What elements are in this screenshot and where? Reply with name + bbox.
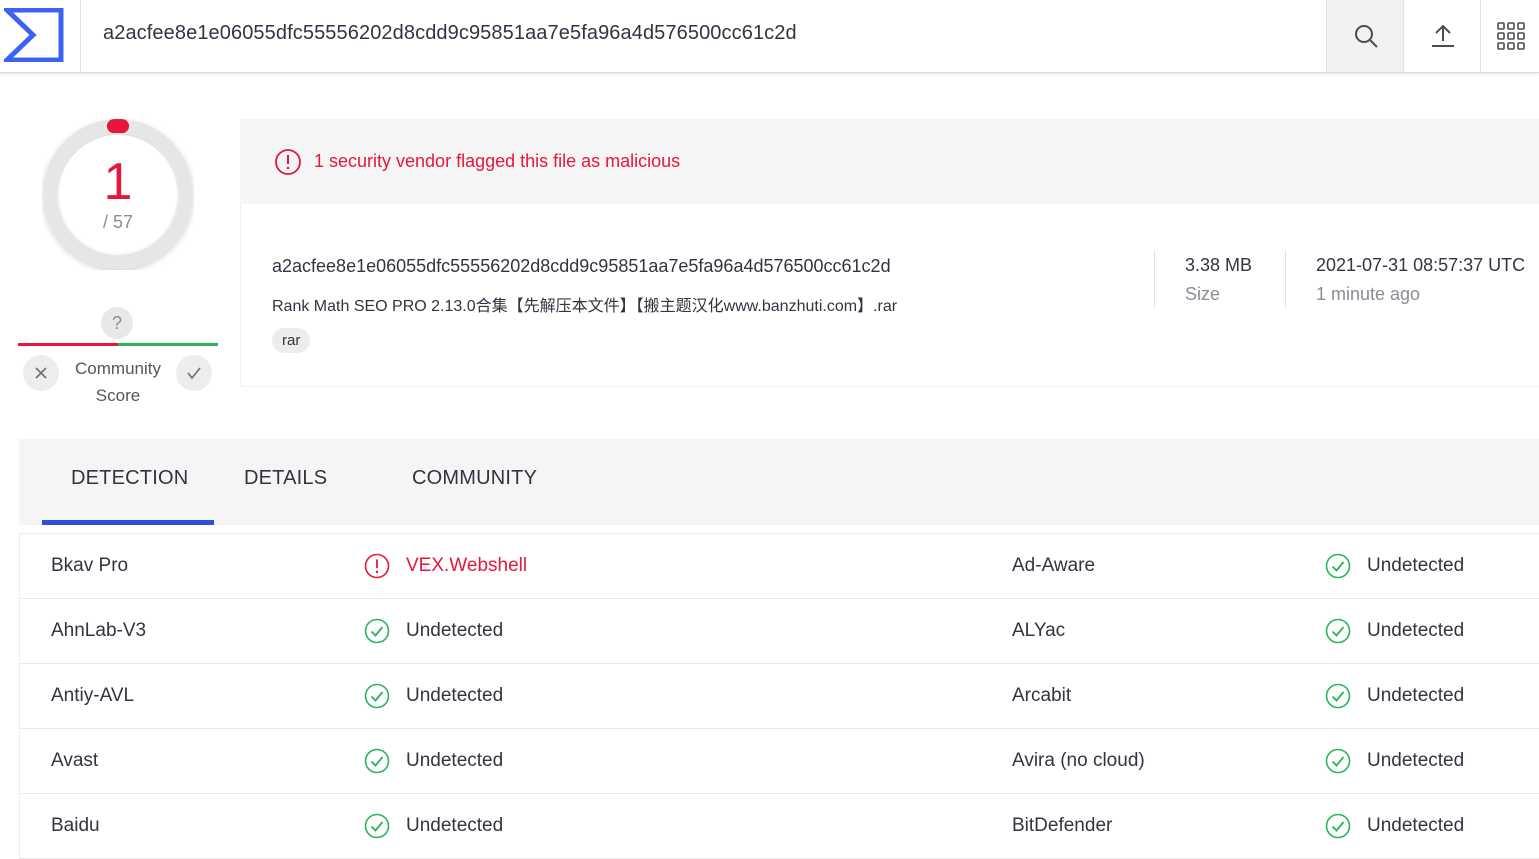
search-button[interactable] xyxy=(1326,0,1404,72)
community-score: ? Community Score xyxy=(18,305,218,410)
upload-icon xyxy=(1430,23,1456,49)
alert-circle-icon xyxy=(274,148,302,176)
detection-result: Undetected xyxy=(406,794,503,858)
community-bar-negative xyxy=(18,343,118,346)
detection-result: Undetected xyxy=(1367,729,1464,793)
detection-result: VEX.Webshell xyxy=(406,534,527,598)
engine-name: Ad-Aware xyxy=(1012,534,1095,598)
meta-divider xyxy=(1285,250,1286,308)
meta-divider xyxy=(1154,250,1155,308)
table-row: Avast Undetected Avira (no cloud) Undetecte… xyxy=(20,729,1539,794)
tab-bar: DETECTION DETAILS COMMUNITY xyxy=(19,439,1539,525)
active-tab-indicator xyxy=(42,520,214,525)
check-circle-icon xyxy=(1325,813,1351,839)
detection-result: Undetected xyxy=(1367,794,1464,858)
community-score-value: ? xyxy=(101,307,133,339)
detection-result: Undetected xyxy=(1367,599,1464,663)
alert-circle-icon xyxy=(364,553,390,579)
file-info-card: a2acfee8e1e06055dfc55556202d8cdd9c95851a… xyxy=(240,204,1539,387)
logo-divider xyxy=(80,0,81,72)
table-row: AhnLab-V3 Undetected ALYac Undetected xyxy=(20,599,1539,664)
engine-name: BitDefender xyxy=(1012,794,1112,858)
check-circle-icon xyxy=(1325,618,1351,644)
close-icon xyxy=(34,366,48,380)
detection-result: Undetected xyxy=(406,599,503,663)
check-circle-icon xyxy=(364,683,390,709)
tab-details[interactable]: DETAILS xyxy=(244,467,327,490)
table-row: Antiy-AVL Undetected Arcabit Undetected xyxy=(20,664,1539,729)
file-size-label: Size xyxy=(1185,284,1220,305)
vote-harmful-button[interactable] xyxy=(23,355,59,391)
check-circle-icon xyxy=(1325,553,1351,579)
analysis-relative-time: 1 minute ago xyxy=(1316,284,1420,305)
table-row: Bkav Pro VEX.Webshell Ad-Aware Undetected xyxy=(20,534,1539,599)
check-circle-icon xyxy=(364,813,390,839)
engine-name: Antiy-AVL xyxy=(51,664,134,728)
top-bar: a2acfee8e1e06055dfc55556202d8cdd9c95851a… xyxy=(0,0,1539,73)
check-circle-icon xyxy=(1325,683,1351,709)
engine-total: / 57 xyxy=(58,212,178,233)
check-icon xyxy=(186,366,202,380)
file-hash[interactable]: a2acfee8e1e06055dfc55556202d8cdd9c95851a… xyxy=(272,256,891,277)
detection-result: Undetected xyxy=(406,729,503,793)
check-circle-icon xyxy=(364,618,390,644)
community-bar-positive xyxy=(118,343,218,346)
malicious-alert-banner: 1 security vendor flagged this file as m… xyxy=(240,119,1539,204)
search-icon xyxy=(1353,23,1379,49)
engine-name: Avira (no cloud) xyxy=(1012,729,1145,793)
file-name: Rank Math SEO PRO 2.13.0合集【先解压本文件】【搬主题汉化… xyxy=(272,292,897,316)
detection-count: 1 xyxy=(58,152,178,212)
engine-name: Avast xyxy=(51,729,98,793)
alert-text: 1 security vendor flagged this file as m… xyxy=(314,151,680,172)
logo-icon[interactable] xyxy=(4,8,64,62)
analysis-date: 2021-07-31 08:57:37 UTC xyxy=(1316,255,1525,276)
detection-result: Undetected xyxy=(1367,664,1464,728)
upload-button[interactable] xyxy=(1403,0,1481,72)
vote-harmless-button[interactable] xyxy=(176,355,212,391)
check-circle-icon xyxy=(1325,748,1351,774)
engine-name: ALYac xyxy=(1012,599,1065,663)
engine-name: Arcabit xyxy=(1012,664,1071,728)
check-circle-icon xyxy=(364,748,390,774)
detection-result: Undetected xyxy=(406,664,503,728)
apps-button[interactable] xyxy=(1480,0,1539,72)
file-type-tag[interactable]: rar xyxy=(272,328,310,353)
table-row: Baidu Undetected BitDefender Undetected xyxy=(20,794,1539,859)
file-size-value: 3.38 MB xyxy=(1185,255,1252,276)
engine-name: AhnLab-V3 xyxy=(51,599,146,663)
engine-name: Bkav Pro xyxy=(51,534,128,598)
detection-result: Undetected xyxy=(1367,534,1464,598)
apps-grid-icon xyxy=(1497,22,1525,50)
search-input[interactable]: a2acfee8e1e06055dfc55556202d8cdd9c95851a… xyxy=(103,22,797,45)
detection-table: Bkav ProVEX.WebshellAd-AwareUndetectedAh… xyxy=(19,533,1539,859)
tab-community[interactable]: COMMUNITY xyxy=(412,467,537,490)
tab-detection[interactable]: DETECTION xyxy=(71,467,188,490)
engine-name: Baidu xyxy=(51,794,100,858)
community-score-label: Community Score xyxy=(66,355,170,409)
